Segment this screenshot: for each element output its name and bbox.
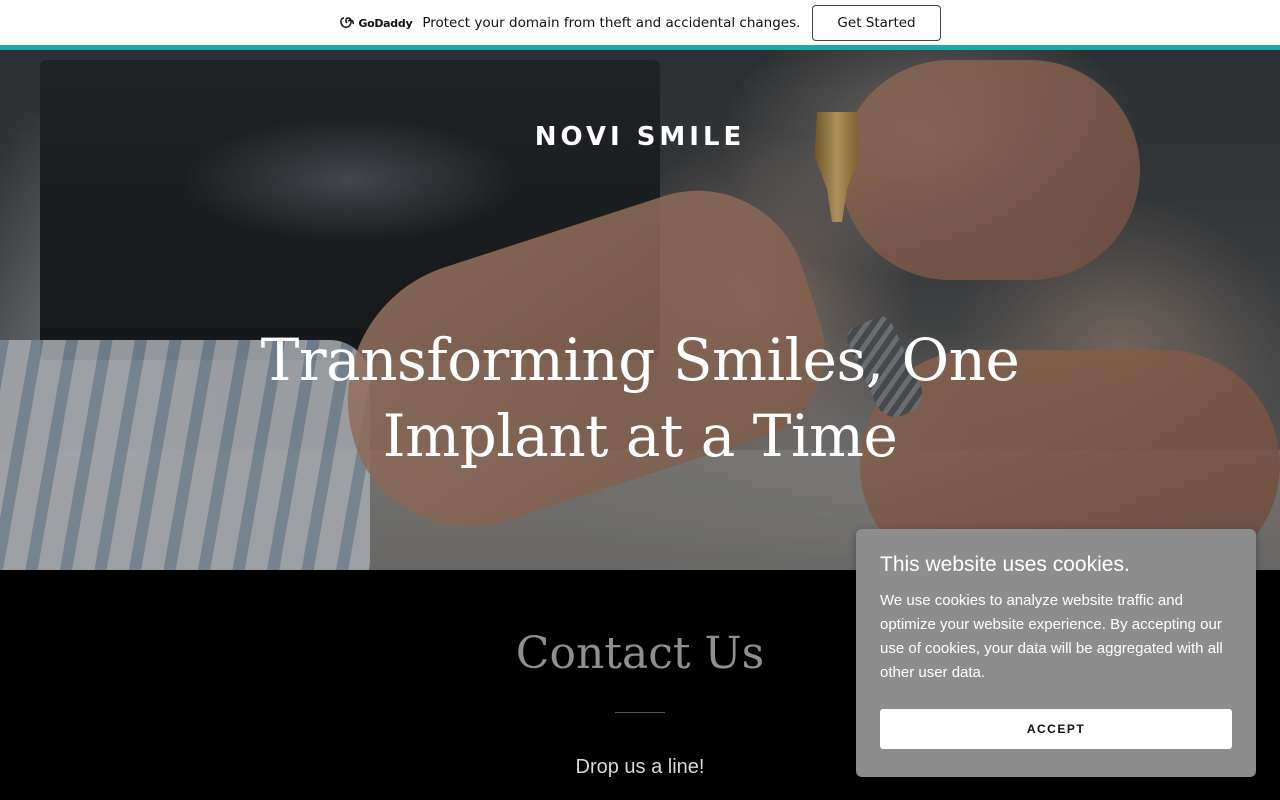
cookie-description: We use cookies to analyze website traffi…: [880, 592, 1223, 681]
promo-banner: GoDaddy Protect your domain from theft a…: [0, 0, 1280, 46]
cookie-title: This website uses cookies.: [880, 553, 1130, 576]
hero-heading: Transforming Smiles, One Implant at a Ti…: [260, 326, 1020, 470]
hero-section: NOVI SMILE Transforming Smiles, One Impl…: [0, 50, 1280, 570]
site-title[interactable]: NOVI SMILE: [0, 122, 1280, 152]
promo-message: Protect your domain from theft and accid…: [422, 15, 801, 31]
brand-name: GoDaddy: [358, 16, 413, 30]
cookie-consent-dialog: This website uses cookies. We use cookie…: [856, 529, 1256, 777]
godaddy-brand[interactable]: GoDaddy: [339, 16, 413, 30]
get-started-button[interactable]: Get Started: [812, 5, 941, 41]
godaddy-logo-icon: [340, 17, 355, 28]
accept-cookies-button[interactable]: ACCEPT: [880, 709, 1232, 749]
section-divider: [615, 712, 665, 713]
